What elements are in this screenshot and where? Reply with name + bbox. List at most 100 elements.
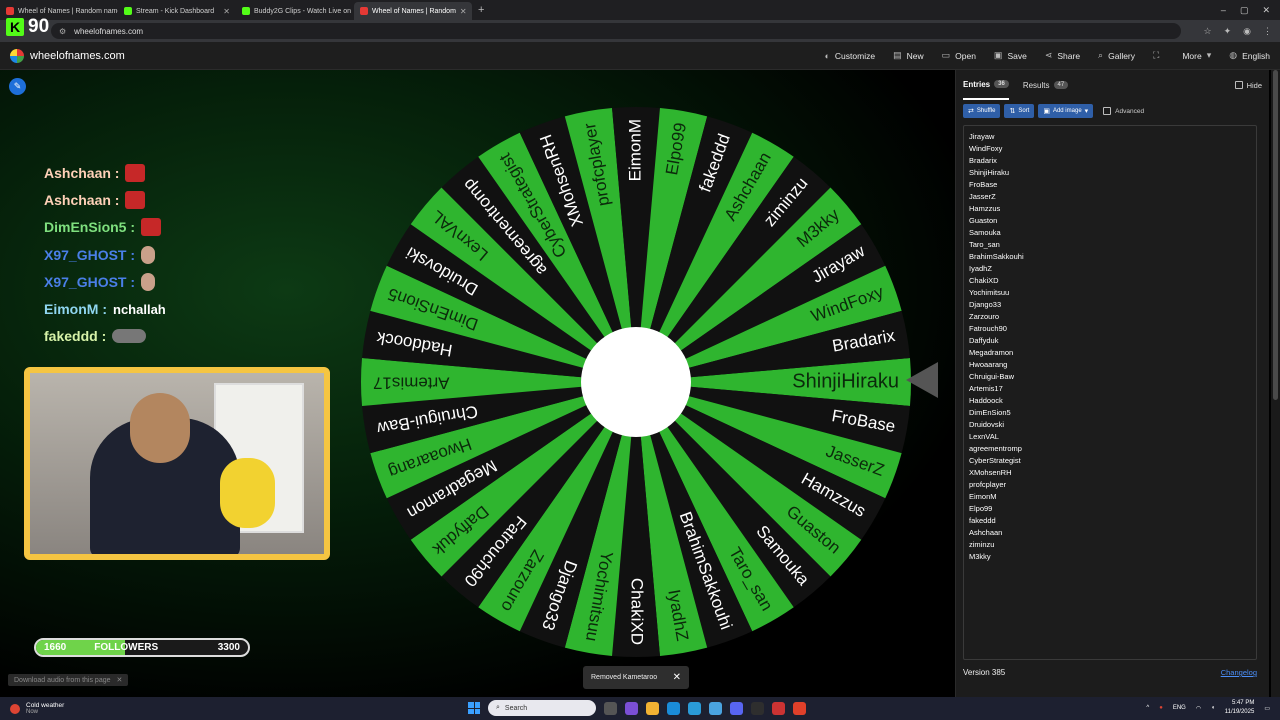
brand[interactable]: wheelofnames.com	[10, 48, 125, 63]
site-info-icon[interactable]: ⚙	[59, 27, 66, 36]
advanced-toggle[interactable]: Advanced	[1103, 107, 1144, 115]
browser-tab-title: Stream - Kick Dashboard	[136, 7, 215, 15]
close-icon[interactable]: ✕	[117, 676, 123, 684]
minimize-icon[interactable]: –	[1221, 5, 1226, 16]
hide-toggle[interactable]: Hide	[1234, 81, 1262, 90]
new-tab-button[interactable]: +	[472, 4, 490, 16]
tray-chevron-icon[interactable]: ^	[1146, 705, 1149, 711]
profile-icon[interactable]: ◉	[1243, 26, 1251, 37]
chat-message: DimEnSion5 :	[44, 214, 294, 241]
wifi-icon[interactable]: ◠	[1196, 705, 1201, 712]
add-image-label: Add image	[1052, 108, 1082, 114]
terminal-icon[interactable]	[751, 701, 764, 715]
menu-item-label: New	[906, 50, 924, 61]
entry-line: Haddoock	[969, 396, 1003, 405]
weather-widget[interactable]: Cold weather Now	[0, 702, 64, 715]
tab-results[interactable]: Results 47	[1023, 70, 1069, 100]
menu-item-more[interactable]: More ▾	[1182, 50, 1211, 61]
browser-tab[interactable]: Wheel of Names | Random ✕	[354, 2, 472, 20]
shuffle-button[interactable]: ⇄ Shuffle	[963, 104, 1001, 118]
webcam-plush	[220, 458, 275, 528]
add-image-button[interactable]: ▣ Add image ▾	[1038, 104, 1094, 118]
close-window-icon[interactable]: ✕	[1262, 5, 1270, 16]
favicon-icon	[124, 7, 132, 15]
menu-item-gallery[interactable]: ⌕ Gallery	[1098, 50, 1135, 61]
wheel-pointer-icon	[906, 362, 938, 398]
page-scrollbar[interactable]	[1271, 70, 1280, 697]
name-wheel[interactable]: ShinjiHiraku FroBase JasserZ Hamzzus Guaston…	[360, 104, 912, 660]
wheel-center-hub[interactable]	[581, 327, 691, 437]
menu-item-share[interactable]: ⋖ Share	[1045, 50, 1080, 61]
entry-line: Yochimitsuu	[969, 288, 1010, 297]
menu-item-english[interactable]: ◍ English	[1229, 50, 1270, 61]
entry-line: Bradarix	[969, 156, 997, 165]
taskbar-search[interactable]: ⌕ Search	[488, 700, 596, 716]
shuffle-label: Shuffle	[976, 108, 996, 114]
close-tab-icon[interactable]: ✕	[223, 7, 230, 16]
chat-username: DimEnSion5 :	[44, 219, 136, 236]
scroll-thumb[interactable]	[1273, 70, 1278, 400]
maximize-icon[interactable]: ▢	[1240, 5, 1249, 16]
menu-item-label: Share	[1057, 50, 1081, 61]
menu-item-label: Open	[955, 50, 976, 61]
browser-tab[interactable]: Buddy2G Clips - Watch Live on✕	[236, 2, 354, 20]
wheel-svg[interactable]: ShinjiHirakuFroBaseJasserZHamzzusGuaston…	[360, 104, 912, 660]
edit-pencil-icon[interactable]: ✎	[9, 78, 26, 95]
browser-menu-icon[interactable]: ⋮	[1263, 26, 1272, 37]
browser-tab-title: Buddy2G Clips - Watch Live on	[254, 7, 352, 15]
chat-emote-icon	[125, 190, 146, 209]
windows-start-icon[interactable]	[468, 702, 480, 714]
edge-icon[interactable]	[667, 701, 680, 715]
entry-line: profcplayer	[969, 480, 1007, 489]
entry-line: Fatrouch90	[969, 324, 1007, 333]
app-icon-2[interactable]	[772, 701, 785, 715]
chat-message: Ashchaan :	[44, 159, 294, 186]
language-indicator[interactable]: ENG	[1173, 705, 1186, 711]
tray-app-icon[interactable]: ●	[1159, 705, 1163, 711]
bookmark-star-icon[interactable]: ☆	[1204, 26, 1212, 37]
discord-icon[interactable]	[730, 701, 743, 715]
menu-item-customize[interactable]: ◐ Customize	[824, 51, 875, 61]
fullscreen-icon: ⛶	[1153, 50, 1160, 60]
entry-line: IyadhZ	[969, 264, 992, 273]
menu-item-open[interactable]: ▭ Open	[942, 50, 976, 61]
menu-item-new[interactable]: ▤ New	[893, 50, 924, 61]
menu-item-fullscreen[interactable]: ⛶	[1153, 50, 1164, 61]
menu-item-save[interactable]: ▣ Save	[994, 50, 1027, 61]
tab-entries[interactable]: Entries 36	[963, 70, 1009, 100]
store-icon[interactable]	[688, 701, 701, 715]
browser-tab[interactable]: Stream - Kick Dashboard ✕	[118, 2, 236, 20]
sort-button[interactable]: ⇅ Sort	[1004, 104, 1035, 118]
task-view-icon[interactable]	[604, 701, 617, 715]
advanced-checkbox[interactable]	[1103, 107, 1112, 115]
entry-line: agreementromp	[969, 444, 1022, 453]
tab-entries-label: Entries	[963, 79, 991, 89]
favicon-icon	[6, 7, 14, 15]
close-tab-icon[interactable]: ✕	[460, 7, 467, 16]
shuffle-icon: ⇄	[968, 108, 974, 115]
volume-icon[interactable]: ◖	[1211, 705, 1215, 711]
extension-icon[interactable]: ✦	[1224, 26, 1232, 37]
entry-line: Hwoaarang	[969, 360, 1008, 369]
download-audio-label: Download audio from this page	[14, 676, 111, 684]
chrome-icon[interactable]	[709, 701, 722, 715]
entry-line: CyberStrategist	[969, 456, 1021, 465]
download-audio-button[interactable]: Download audio from this page ✕	[8, 674, 129, 686]
toast-notification: Removed Kametaroo ✕	[583, 666, 689, 689]
weather-text: Cold weather	[26, 702, 65, 709]
entries-textarea[interactable]: Jirayaw WindFoxy Bradarix ShinjiHiraku FroBa…	[963, 125, 1257, 660]
hide-checkbox[interactable]	[1234, 81, 1243, 89]
notifications-icon[interactable]: ▭	[1264, 705, 1270, 712]
clock[interactable]: 5:47 PM 11/19/2025	[1225, 699, 1255, 717]
changelog-link[interactable]: Changelog	[1221, 668, 1257, 677]
followers-goal-bar: 1660 FOLLOWERS 3300	[34, 638, 250, 657]
file-explorer-icon[interactable]	[646, 701, 659, 715]
app-icon-1[interactable]	[625, 701, 638, 715]
toast-close-icon[interactable]: ✕	[673, 672, 681, 683]
search-icon: ⌕	[1098, 50, 1104, 60]
image-icon: ▣	[1043, 108, 1050, 115]
chat-emote-icon	[125, 163, 146, 182]
brave-icon[interactable]	[793, 701, 806, 715]
url-field[interactable]: ⚙ wheelofnames.com	[51, 23, 1181, 39]
entry-line: Hamzzus	[969, 204, 1001, 213]
